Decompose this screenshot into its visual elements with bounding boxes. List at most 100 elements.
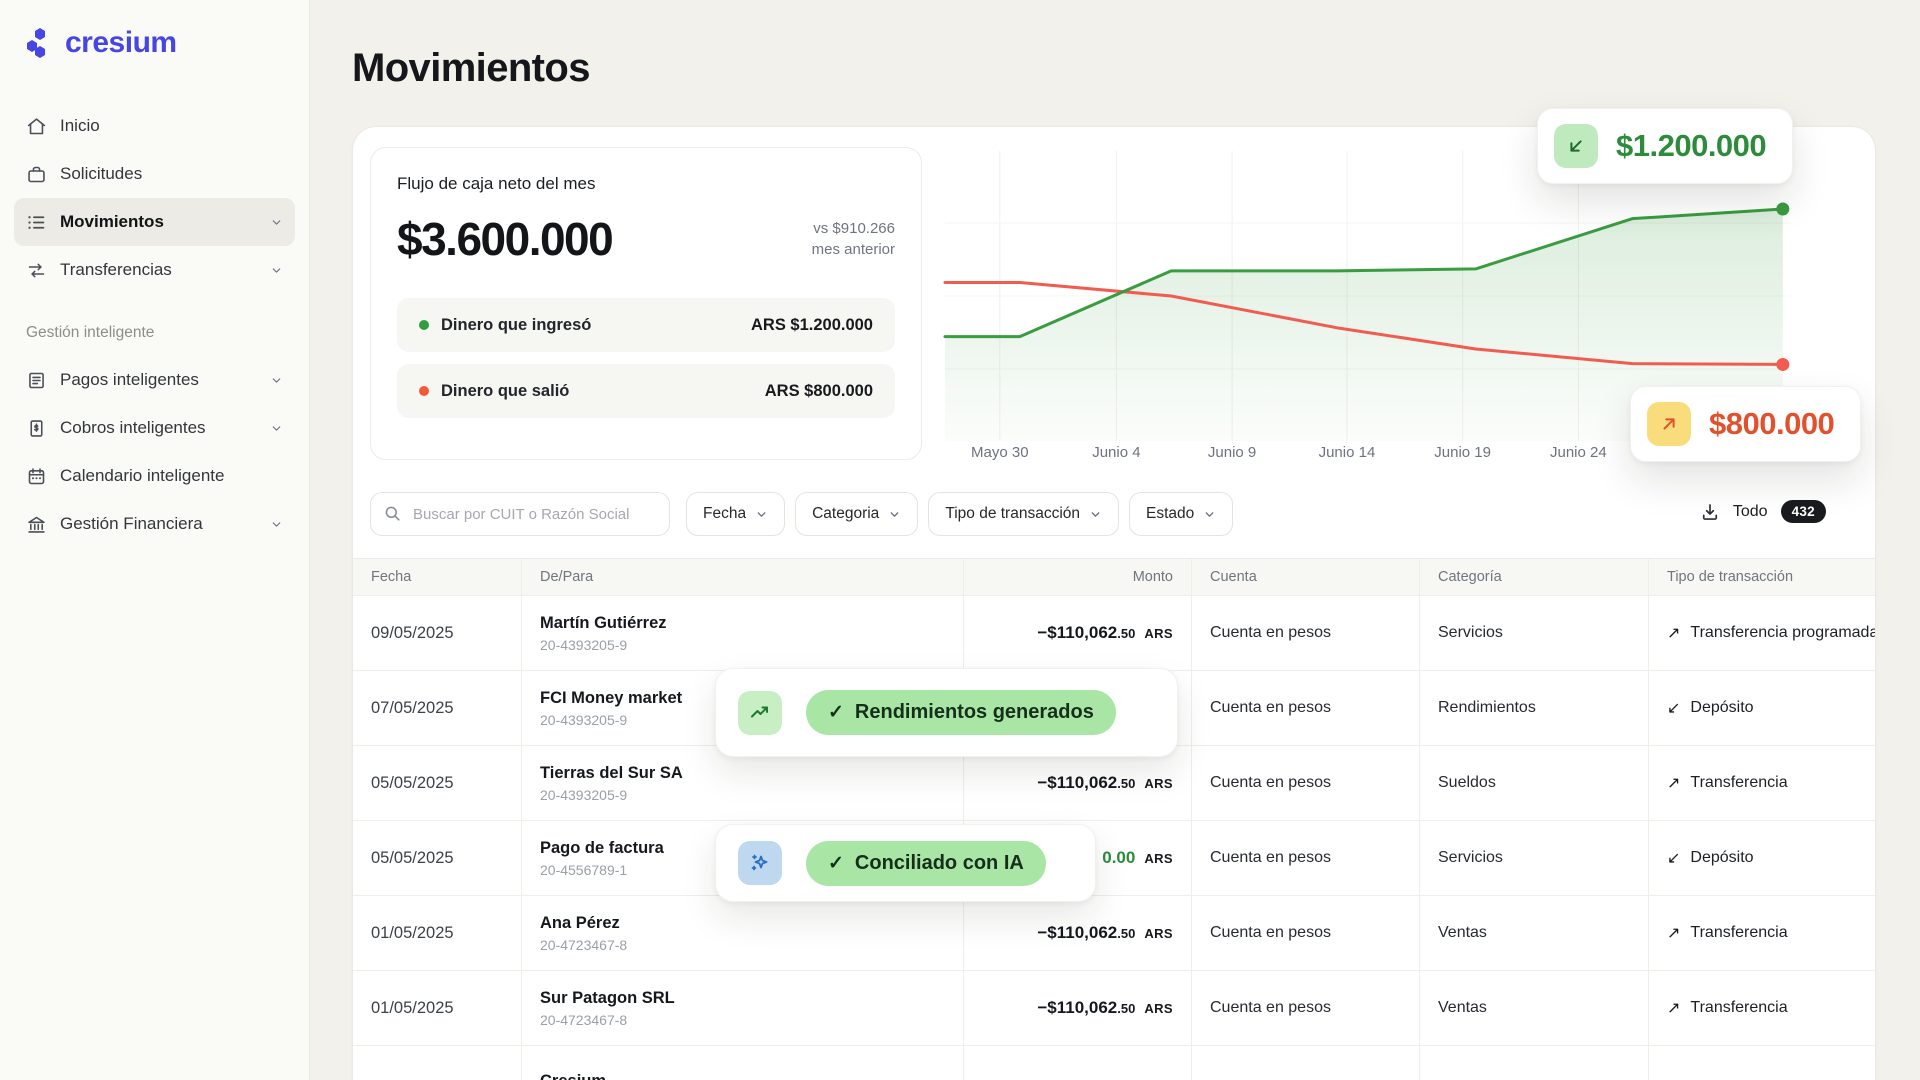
- bank-icon: [26, 514, 47, 535]
- sidebar-item-movimientos[interactable]: Movimientos: [14, 198, 295, 246]
- row-date: 09/05/2025: [353, 596, 521, 670]
- sidebar-item-label: Inicio: [60, 116, 100, 136]
- conciliado-con-ia-callout: ✓ Conciliado con IA: [715, 824, 1096, 902]
- column-header-depara: De/Para: [521, 559, 963, 595]
- column-header-tipo: Tipo de transacción: [1648, 559, 1876, 595]
- conciliado-label: Conciliado con IA: [855, 852, 1024, 875]
- row-date: 05/05/2025: [353, 746, 521, 820]
- row-account: Cuenta en pesos: [1191, 596, 1419, 670]
- cashflow-comparison: vs $910.266 mes anterior: [812, 218, 895, 260]
- row-account: [1191, 1046, 1419, 1080]
- row-date: 01/05/2025: [353, 896, 521, 970]
- filter-fecha-button[interactable]: Fecha: [686, 492, 785, 536]
- outflow-label: Dinero que salió: [441, 382, 569, 401]
- cashflow-card-title: Flujo de caja neto del mes: [397, 174, 895, 194]
- filter-categoria-button[interactable]: Categoria: [795, 492, 918, 536]
- row-account: Cuenta en pesos: [1191, 971, 1419, 1045]
- row-counterparty: Tierras del Sur SA 20-4393205-9: [521, 746, 963, 820]
- row-amount: −$110,062.50ARS: [963, 746, 1191, 820]
- sidebar-item-label: Transferencias: [60, 260, 172, 280]
- sidebar-item-gestion-financiera[interactable]: Gestión Financiera: [14, 500, 295, 548]
- chevron-down-icon: [270, 216, 283, 229]
- row-account: Cuenta en pesos: [1191, 821, 1419, 895]
- transaction-direction-icon: ↗: [1667, 923, 1680, 943]
- outflow-dot-icon: [419, 386, 429, 396]
- search-box: [370, 492, 670, 536]
- download-icon: [1700, 502, 1720, 522]
- row-date: 01/05/2025: [353, 971, 521, 1045]
- sidebar-item-label: Gestión Financiera: [60, 514, 203, 534]
- row-account: Cuenta en pesos: [1191, 671, 1419, 745]
- home-icon: [26, 116, 47, 137]
- status-badge: ✓ Conciliado con IA: [806, 841, 1046, 886]
- column-header-monto: Monto: [963, 559, 1191, 595]
- sidebar-item-calendario-inteligente[interactable]: Calendario inteligente: [14, 452, 295, 500]
- rendimientos-generados-callout: ✓ Rendimientos generados: [715, 668, 1178, 757]
- sidebar-item-pagos-inteligentes[interactable]: Pagos inteligentes: [14, 356, 295, 404]
- search-icon: [383, 504, 402, 523]
- x-axis-label: Junio 9: [1208, 444, 1256, 461]
- row-amount: −$110,062.50ARS: [963, 896, 1191, 970]
- movements-panel: Flujo de caja neto del mes $3.600.000 vs…: [352, 126, 1876, 1080]
- table-row[interactable]: 09/05/2025 Martín Gutiérrez 20-4393205-9…: [353, 596, 1876, 671]
- table-row[interactable]: 01/05/2025 Ana Pérez 20-4723467-8 −$110,…: [353, 896, 1876, 971]
- sidebar-item-cobros-inteligentes[interactable]: Cobros inteligentes: [14, 404, 295, 452]
- chevron-down-icon: [1089, 508, 1102, 521]
- row-counterparty: Cresium: [521, 1046, 963, 1080]
- filter-estado-button[interactable]: Estado: [1129, 492, 1233, 536]
- transfer-arrows-icon: [26, 260, 47, 281]
- transaction-direction-icon: ↗: [1667, 773, 1680, 793]
- sidebar-item-label: Pagos inteligentes: [60, 370, 199, 390]
- list-icon: [26, 212, 47, 233]
- arrow-down-left-icon: [1554, 124, 1598, 168]
- row-amount: −$110,062.50ARS: [963, 596, 1191, 670]
- outflow-row: Dinero que salió ARS $800.000: [397, 364, 895, 418]
- filter-tipo-transaccion-button[interactable]: Tipo de transacción: [928, 492, 1119, 536]
- export-all-button[interactable]: Todo 432: [1700, 500, 1826, 523]
- receipt-dollar-icon: [26, 418, 47, 439]
- status-badge: ✓ Rendimientos generados: [806, 690, 1116, 735]
- table-row[interactable]: 05/05/2025 Tierras del Sur SA 20-4393205…: [353, 746, 1876, 821]
- sidebar-section-label: Gestión inteligente: [14, 324, 295, 342]
- document-lines-icon: [26, 370, 47, 391]
- sidebar-item-transferencias[interactable]: Transferencias: [14, 246, 295, 294]
- chevron-down-icon: [270, 422, 283, 435]
- x-axis-label: Junio 14: [1319, 444, 1376, 461]
- table-row[interactable]: Cresium: [353, 1046, 1876, 1080]
- transaction-direction-icon: ↙: [1667, 848, 1680, 868]
- brand-name: cresium: [65, 26, 177, 60]
- table-row[interactable]: 05/05/2025 Pago de factura 20-4556789-1 …: [353, 821, 1876, 896]
- sidebar-item-label: Calendario inteligente: [60, 466, 224, 486]
- table-row[interactable]: 01/05/2025 Sur Patagon SRL 20-4723467-8 …: [353, 971, 1876, 1046]
- row-type: ↙Depósito: [1648, 821, 1876, 895]
- row-type: ↙Depósito: [1648, 671, 1876, 745]
- row-account: Cuenta en pesos: [1191, 896, 1419, 970]
- brand-logo[interactable]: cresium: [14, 26, 295, 60]
- check-icon: ✓: [828, 701, 844, 724]
- table-header: Fecha De/Para Monto Cuenta Categoría Tip…: [353, 558, 1876, 596]
- x-axis-label: Mayo 30: [971, 444, 1029, 461]
- page-title: Movimientos: [352, 46, 590, 91]
- inflow-label: Dinero que ingresó: [441, 316, 591, 335]
- row-category: Rendimientos: [1419, 671, 1648, 745]
- column-header-cuenta: Cuenta: [1191, 559, 1419, 595]
- outflow-amount: ARS $800.000: [765, 382, 873, 401]
- row-amount: [963, 1046, 1191, 1080]
- sidebar-item-solicitudes[interactable]: Solicitudes: [14, 150, 295, 198]
- row-category: [1419, 1046, 1648, 1080]
- transaction-direction-icon: ↗: [1667, 623, 1680, 643]
- row-category: Ventas: [1419, 971, 1648, 1045]
- row-type: ↗Transferencia programada: [1648, 596, 1876, 670]
- sidebar-item-inicio[interactable]: Inicio: [14, 102, 295, 150]
- rendimientos-label: Rendimientos generados: [855, 701, 1094, 724]
- row-amount: −$110,062.50ARS: [963, 971, 1191, 1045]
- inflow-row: Dinero que ingresó ARS $1.200.000: [397, 298, 895, 352]
- column-header-fecha: Fecha: [353, 559, 521, 595]
- x-axis-label: Junio 4: [1092, 444, 1140, 461]
- outflow-total-badge: $800.000: [1630, 386, 1861, 462]
- row-type: [1648, 1046, 1876, 1080]
- check-icon: ✓: [828, 852, 844, 875]
- chevron-down-icon: [755, 508, 768, 521]
- row-counterparty: Martín Gutiérrez 20-4393205-9: [521, 596, 963, 670]
- search-input[interactable]: [370, 492, 670, 536]
